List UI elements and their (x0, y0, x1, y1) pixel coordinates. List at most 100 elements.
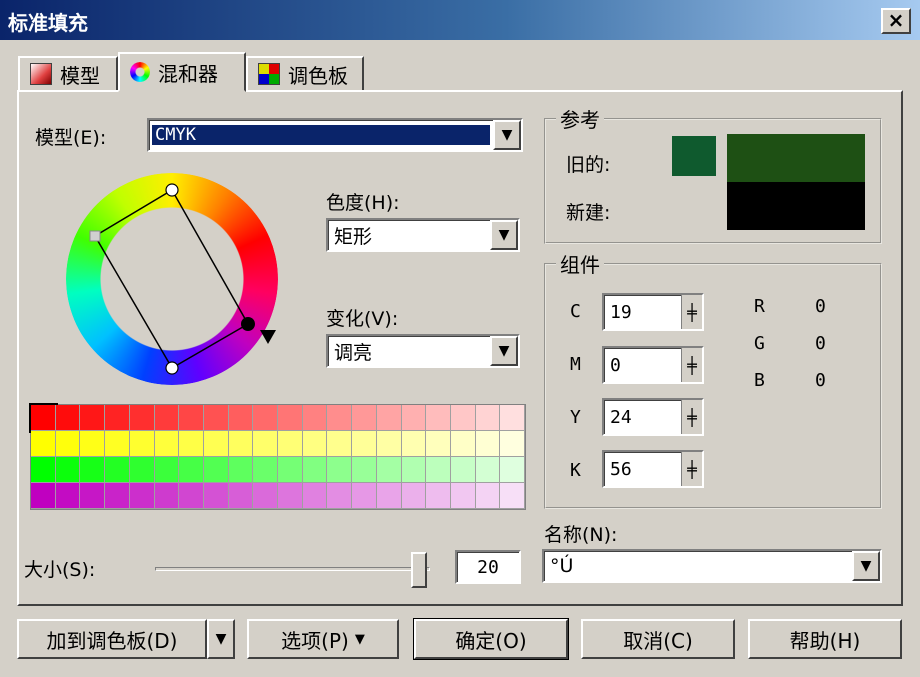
color-swatch[interactable] (426, 431, 451, 457)
color-swatch[interactable] (203, 431, 229, 457)
color-swatch[interactable] (475, 483, 501, 509)
color-swatch[interactable] (80, 405, 106, 431)
color-swatch[interactable] (55, 431, 81, 457)
color-swatch[interactable] (352, 457, 377, 483)
color-swatch[interactable] (228, 431, 254, 457)
color-swatch-grid[interactable] (29, 403, 526, 510)
color-swatch[interactable] (29, 403, 58, 433)
color-swatch[interactable] (426, 457, 451, 483)
color-swatch[interactable] (253, 431, 278, 457)
color-swatch[interactable] (401, 431, 427, 457)
hue-select[interactable]: 矩形 ▼ (326, 218, 520, 252)
color-swatch[interactable] (302, 431, 328, 457)
color-swatch[interactable] (352, 431, 377, 457)
color-swatch[interactable] (203, 457, 229, 483)
color-swatch[interactable] (179, 405, 204, 431)
spin-icon[interactable]: ╪ (681, 452, 702, 486)
color-swatch[interactable] (327, 483, 353, 509)
color-swatch[interactable] (327, 405, 353, 431)
color-swatch[interactable] (302, 483, 328, 509)
color-swatch[interactable] (253, 483, 278, 509)
color-swatch[interactable] (426, 405, 451, 431)
size-input[interactable]: 20 (455, 550, 521, 584)
color-swatch[interactable] (500, 405, 525, 431)
wheel-handle-left[interactable] (89, 230, 101, 242)
y-input[interactable]: 24 ╪ (602, 398, 704, 436)
color-swatch[interactable] (253, 457, 278, 483)
color-swatch[interactable] (278, 483, 303, 509)
color-swatch[interactable] (450, 405, 476, 431)
color-swatch[interactable] (475, 457, 501, 483)
spin-icon[interactable]: ╪ (681, 400, 702, 434)
color-swatch[interactable] (105, 483, 130, 509)
c-input[interactable]: 19 ╪ (602, 293, 704, 331)
add-to-palette-button[interactable]: 加到调色板(D) (17, 619, 207, 659)
add-to-palette-dropdown[interactable]: ▼ (207, 619, 235, 659)
options-button[interactable]: 选项(P) ▼ (247, 619, 399, 659)
wheel-handle-active[interactable] (241, 317, 255, 331)
m-input[interactable]: 0 ╪ (602, 346, 704, 384)
chevron-down-icon[interactable]: ▼ (490, 220, 518, 250)
close-button[interactable]: × (881, 8, 911, 34)
color-swatch[interactable] (302, 405, 328, 431)
color-swatch[interactable] (475, 405, 501, 431)
model-select[interactable]: CMYK ▼ (147, 118, 523, 152)
color-swatch[interactable] (55, 483, 81, 509)
color-swatch[interactable] (80, 457, 106, 483)
color-swatch[interactable] (228, 483, 254, 509)
size-slider-thumb[interactable] (411, 552, 428, 588)
color-swatch[interactable] (401, 405, 427, 431)
tab-model[interactable]: 模型 (18, 56, 118, 90)
color-swatch[interactable] (500, 457, 525, 483)
size-slider-track[interactable] (155, 567, 430, 571)
color-swatch[interactable] (327, 457, 353, 483)
k-input[interactable]: 56 ╪ (602, 450, 704, 488)
color-swatch[interactable] (31, 457, 56, 483)
color-swatch[interactable] (228, 405, 254, 431)
color-swatch[interactable] (401, 457, 427, 483)
color-swatch[interactable] (475, 431, 501, 457)
help-button[interactable]: 帮助(H) (748, 619, 902, 659)
color-swatch[interactable] (129, 483, 155, 509)
color-swatch[interactable] (105, 457, 130, 483)
cancel-button[interactable]: 取消(C) (581, 619, 735, 659)
chevron-down-icon[interactable]: ▼ (493, 120, 521, 150)
color-swatch[interactable] (278, 457, 303, 483)
color-swatch[interactable] (105, 405, 130, 431)
color-swatch[interactable] (129, 405, 155, 431)
color-swatch[interactable] (500, 483, 525, 509)
color-swatch[interactable] (327, 431, 353, 457)
color-swatch[interactable] (450, 483, 476, 509)
chevron-down-icon[interactable]: ▼ (852, 551, 880, 581)
wheel-handle-bottom[interactable] (165, 361, 179, 375)
color-swatch[interactable] (253, 405, 278, 431)
name-select[interactable]: °Ú ▼ (542, 549, 882, 583)
color-swatch[interactable] (278, 405, 303, 431)
color-swatch[interactable] (154, 457, 180, 483)
color-swatch[interactable] (352, 483, 377, 509)
color-swatch[interactable] (302, 457, 328, 483)
color-swatch[interactable] (450, 431, 476, 457)
tab-mixer[interactable]: 混和器 (118, 52, 246, 92)
color-swatch[interactable] (105, 431, 130, 457)
color-swatch[interactable] (179, 483, 204, 509)
color-swatch[interactable] (55, 405, 81, 431)
color-swatch[interactable] (129, 431, 155, 457)
color-swatch[interactable] (376, 405, 402, 431)
color-wheel[interactable] (60, 168, 290, 393)
color-swatch[interactable] (31, 431, 56, 457)
color-swatch[interactable] (426, 483, 451, 509)
color-swatch[interactable] (31, 483, 56, 509)
color-swatch[interactable] (179, 457, 204, 483)
color-swatch[interactable] (154, 431, 180, 457)
color-swatch[interactable] (179, 431, 204, 457)
color-swatch[interactable] (500, 431, 525, 457)
color-swatch[interactable] (154, 405, 180, 431)
color-swatch[interactable] (228, 457, 254, 483)
color-swatch[interactable] (376, 457, 402, 483)
variation-select[interactable]: 调亮 ▼ (326, 334, 520, 368)
color-swatch[interactable] (278, 431, 303, 457)
color-swatch[interactable] (376, 431, 402, 457)
color-swatch[interactable] (203, 405, 229, 431)
color-swatch[interactable] (203, 483, 229, 509)
